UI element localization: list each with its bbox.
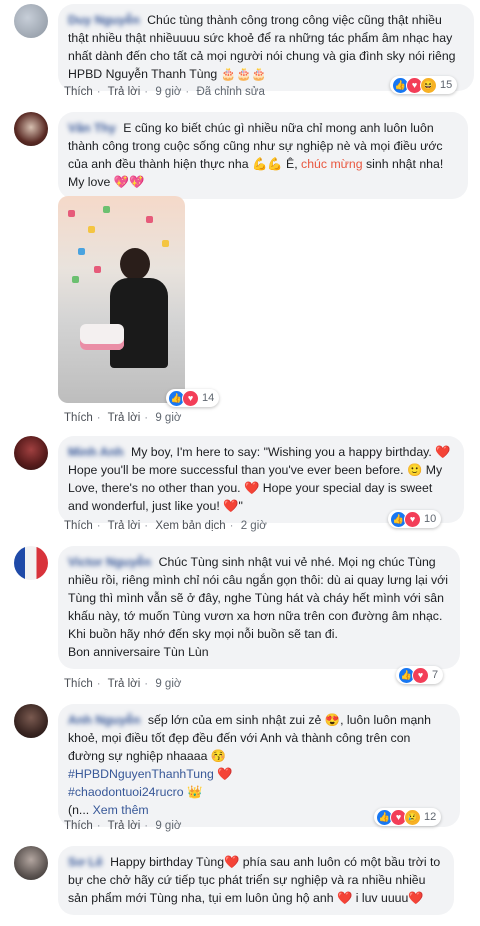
- avatar[interactable]: [14, 704, 48, 738]
- person-image: [110, 248, 170, 368]
- kiss-emoji: 😚: [210, 749, 227, 763]
- smile-emoji: 🙂: [406, 463, 423, 477]
- sad-icon: 😢: [404, 808, 421, 826]
- comment-actions: Thích · Trả lời · 9 giờ: [64, 412, 182, 424]
- timestamp[interactable]: 9 giờ: [155, 412, 181, 424]
- heart-emoji: ❤️: [435, 445, 451, 459]
- heart-emoji: 💖💖: [113, 175, 145, 189]
- heart-emoji: ❤️: [223, 499, 239, 513]
- commenter-name[interactable]: Vân Thy: [68, 121, 116, 135]
- hashtag-link[interactable]: #HPBDNguyenThanhTung: [68, 767, 214, 781]
- hashtag-link[interactable]: #chaodontuoi24rucro: [68, 785, 184, 799]
- love-icon: ♥: [404, 510, 421, 528]
- timestamp[interactable]: 2 giờ: [241, 520, 267, 532]
- reply-link[interactable]: Trả lời: [108, 412, 141, 424]
- like-link[interactable]: Thích: [64, 86, 93, 98]
- comment-text: sếp lớn của em sinh nhật zui zẻ: [147, 713, 322, 727]
- reply-link[interactable]: Trả lời: [108, 520, 141, 532]
- comment-bubble: Sơ Lê Happy birthday Tùng❤️ phía sau anh…: [58, 846, 454, 915]
- heart-emoji: ❤️: [217, 767, 233, 781]
- heart-emoji: ❤️: [336, 891, 353, 905]
- avatar[interactable]: [14, 546, 48, 580]
- comment-actions: Thích · Trả lời · 9 giờ · Đã chỉnh sửa: [64, 86, 265, 98]
- timestamp[interactable]: 9 giờ: [155, 678, 181, 690]
- avatar[interactable]: [14, 846, 48, 880]
- crown-emoji: 👑: [186, 785, 203, 799]
- haha-icon: 😆: [420, 76, 437, 94]
- avatar[interactable]: [14, 436, 48, 470]
- reply-link[interactable]: Trả lời: [108, 86, 141, 98]
- comment-text-line-2: Bon anniversaire Tùn Lùn: [68, 645, 209, 659]
- see-more-link[interactable]: Xem thêm: [93, 803, 149, 817]
- highlight-text[interactable]: chúc mừng: [301, 157, 363, 171]
- reaction-count: 14: [202, 392, 215, 404]
- heart-emoji: ❤️: [224, 855, 240, 869]
- reactions-badge[interactable]: 👍 ♥ 😢 12: [374, 808, 442, 826]
- like-link[interactable]: Thích: [64, 412, 93, 424]
- like-link[interactable]: Thích: [64, 520, 93, 532]
- heart-emoji: ❤️: [244, 481, 260, 495]
- cake-image: [80, 324, 124, 350]
- reactions-badge[interactable]: 👍 ♥ 😆 15: [390, 76, 458, 94]
- reply-link[interactable]: Trả lời: [108, 820, 141, 832]
- reactions-badge[interactable]: 👍 ♥ 10: [388, 510, 442, 528]
- comment-bubble: Vân Thy E cũng ko biết chúc gì nhiều nữa…: [58, 112, 468, 199]
- timestamp[interactable]: 9 giờ: [155, 86, 181, 98]
- muscle-emoji: 💪💪: [251, 157, 283, 171]
- comment-text: My boy, I'm here to say: "Wishing you a …: [130, 445, 432, 459]
- love-icon: ♥: [182, 389, 199, 407]
- commenter-name[interactable]: Victor Nguyễn: [68, 555, 151, 569]
- love-icon: ♥: [412, 666, 429, 684]
- reactions-badge[interactable]: 👍 ♥ 7: [396, 666, 444, 684]
- commenter-name[interactable]: Minh Anh: [68, 445, 124, 459]
- reactions-badge[interactable]: 👍 ♥ 14: [166, 389, 220, 407]
- commenter-name[interactable]: Duy Nguyễn: [68, 13, 140, 27]
- reply-link[interactable]: Trả lời: [108, 678, 141, 690]
- comment-text: Happy birthday Tùng: [110, 855, 225, 869]
- heart-emoji: ❤️: [408, 891, 424, 905]
- reaction-count: 12: [424, 811, 437, 823]
- reaction-count: 10: [424, 513, 437, 525]
- comment-actions: Thích · Trả lời · 9 giờ: [64, 678, 182, 690]
- timestamp[interactable]: 9 giờ: [155, 820, 181, 832]
- commenter-name[interactable]: Anh Nguyễn: [68, 713, 140, 727]
- comment-actions: Thích · Trả lời · 9 giờ: [64, 820, 182, 832]
- like-link[interactable]: Thích: [64, 820, 93, 832]
- edited-label: Đã chỉnh sửa: [196, 86, 265, 98]
- translate-link[interactable]: Xem bản dịch: [155, 520, 225, 532]
- avatar[interactable]: [14, 112, 48, 146]
- avatar[interactable]: [14, 4, 48, 38]
- reaction-count: 7: [432, 669, 439, 681]
- reaction-count: 15: [440, 79, 453, 91]
- commenter-name[interactable]: Sơ Lê: [68, 855, 103, 869]
- comment-photo[interactable]: [58, 196, 185, 403]
- comment-actions: Thích · Trả lời · Xem bản dịch · 2 giờ: [64, 520, 267, 532]
- like-link[interactable]: Thích: [64, 678, 93, 690]
- cake-emoji: 🎂🎂🎂: [220, 67, 267, 81]
- heart-eyes-emoji: 😍: [324, 713, 341, 727]
- comment-bubble: Victor Nguyễn Chúc Tùng sinh nhật vui vẻ…: [58, 546, 460, 669]
